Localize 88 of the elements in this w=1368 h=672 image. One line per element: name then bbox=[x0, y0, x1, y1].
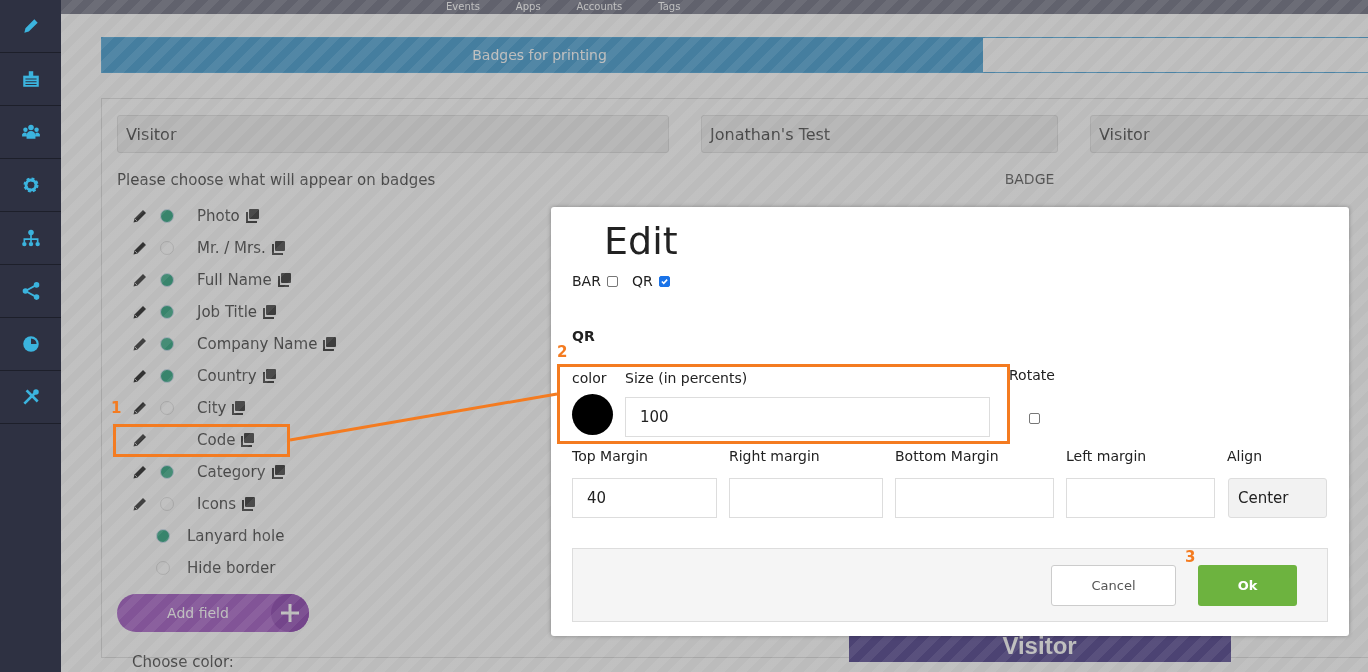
pencil-icon[interactable] bbox=[132, 432, 148, 448]
toggle-dot[interactable] bbox=[160, 337, 174, 351]
copy-icon[interactable] bbox=[240, 496, 257, 512]
people-group-icon[interactable] bbox=[20, 122, 41, 142]
checkbox[interactable] bbox=[658, 275, 670, 287]
cancel-button[interactable]: Cancel bbox=[1051, 564, 1176, 606]
select-field[interactable]: Center bbox=[1228, 478, 1327, 518]
toggle-dot[interactable] bbox=[160, 369, 174, 383]
field-label: Company Name bbox=[197, 335, 318, 353]
pencil-icon[interactable] bbox=[132, 336, 148, 352]
annotation-number: 1 bbox=[111, 399, 122, 417]
checkbox[interactable] bbox=[606, 275, 618, 287]
field-label: City bbox=[197, 399, 227, 417]
input-field[interactable]: 100 bbox=[625, 397, 990, 437]
pencil-icon[interactable] bbox=[132, 400, 148, 416]
copy-icon[interactable] bbox=[230, 400, 247, 416]
toggle-dot[interactable] bbox=[160, 465, 174, 479]
input-field[interactable] bbox=[895, 478, 1054, 518]
pencil-icon[interactable] bbox=[132, 464, 148, 480]
pencil-icon[interactable] bbox=[132, 496, 148, 512]
hierarchy-icon[interactable] bbox=[20, 228, 41, 248]
share-icon[interactable] bbox=[20, 281, 41, 301]
toggle-dot[interactable] bbox=[160, 209, 174, 223]
pencil-icon[interactable] bbox=[132, 304, 148, 320]
margin-label: Right margin bbox=[729, 448, 821, 464]
dialog-title: Edit bbox=[604, 219, 678, 263]
field-label: Full Name bbox=[197, 271, 272, 289]
section-title: QR bbox=[572, 328, 595, 344]
checkbox-label: BAR bbox=[572, 273, 601, 289]
add-field-button[interactable]: Add field bbox=[117, 594, 309, 632]
pencil-icon[interactable] bbox=[132, 368, 148, 384]
toggle-dot[interactable] bbox=[160, 273, 174, 287]
copy-icon[interactable] bbox=[275, 272, 292, 288]
id-card-icon[interactable] bbox=[20, 69, 41, 89]
nav-link[interactable]: Events bbox=[446, 0, 480, 14]
color-label: color bbox=[572, 370, 608, 386]
toggle-dot[interactable] bbox=[160, 305, 174, 319]
field-label: Mr. / Mrs. bbox=[197, 239, 266, 257]
annotation-number: 3 bbox=[1185, 548, 1196, 566]
copy-icon[interactable] bbox=[269, 464, 286, 480]
size-label: Size (in percents) bbox=[625, 370, 749, 386]
align-label: Align bbox=[1227, 448, 1264, 464]
copy-icon[interactable] bbox=[321, 336, 338, 352]
plus-icon[interactable] bbox=[271, 594, 309, 632]
ok-button[interactable]: Ok bbox=[1198, 564, 1297, 606]
badge-title: BADGE bbox=[1004, 171, 1055, 187]
select-field[interactable]: Jonathan's Test bbox=[701, 115, 1058, 153]
margin-label: Top Margin bbox=[572, 448, 649, 464]
select-field[interactable]: Visitor bbox=[1090, 115, 1368, 153]
field-label: Job Title bbox=[197, 303, 258, 321]
field-label: Code bbox=[197, 431, 236, 449]
pencil-icon[interactable] bbox=[132, 208, 148, 224]
field-label: Country bbox=[197, 367, 257, 385]
nav-link[interactable]: Tags bbox=[658, 0, 681, 14]
copy-icon[interactable] bbox=[261, 304, 278, 320]
input-field[interactable] bbox=[729, 478, 883, 518]
input-field[interactable]: 40 bbox=[572, 478, 717, 518]
margin-label: Left margin bbox=[1066, 448, 1148, 464]
copy-icon[interactable] bbox=[243, 208, 260, 224]
pie-chart-icon[interactable] bbox=[20, 334, 41, 354]
annotation-number: 2 bbox=[557, 343, 568, 361]
margin-label: Bottom Margin bbox=[895, 448, 1000, 464]
rotate-label: Rotate bbox=[1009, 367, 1055, 383]
progress-label: Badges for printing bbox=[471, 46, 608, 65]
pencil-icon[interactable] bbox=[132, 240, 148, 256]
option-label: Lanyard hole bbox=[187, 527, 285, 545]
option-label: Hide border bbox=[187, 559, 276, 577]
toggle-dot[interactable] bbox=[160, 497, 174, 511]
choose-color-label: Choose color: bbox=[132, 653, 234, 671]
checkbox[interactable] bbox=[1029, 413, 1040, 424]
nav-link[interactable]: Accounts bbox=[576, 0, 623, 14]
toggle-dot[interactable] bbox=[160, 241, 174, 255]
toggle-dot[interactable] bbox=[156, 529, 170, 543]
copy-icon[interactable] bbox=[239, 432, 256, 448]
pencil-icon[interactable] bbox=[132, 272, 148, 288]
toggle-dot[interactable] bbox=[160, 401, 174, 415]
copy-icon[interactable] bbox=[269, 240, 286, 256]
copy-icon[interactable] bbox=[260, 368, 277, 384]
field-label: Icons bbox=[197, 495, 237, 513]
checkbox-label: QR bbox=[631, 273, 653, 289]
input-field[interactable] bbox=[1066, 478, 1215, 518]
select-field[interactable]: Visitor bbox=[117, 115, 669, 153]
field-label: Photo bbox=[197, 207, 240, 225]
toggle-dot[interactable] bbox=[156, 561, 170, 575]
instruction-text: Please choose what will appear on badges bbox=[117, 171, 436, 189]
field-label: Category bbox=[197, 463, 266, 481]
color-swatch[interactable] bbox=[572, 394, 613, 435]
nav-link[interactable]: Apps bbox=[515, 0, 541, 14]
